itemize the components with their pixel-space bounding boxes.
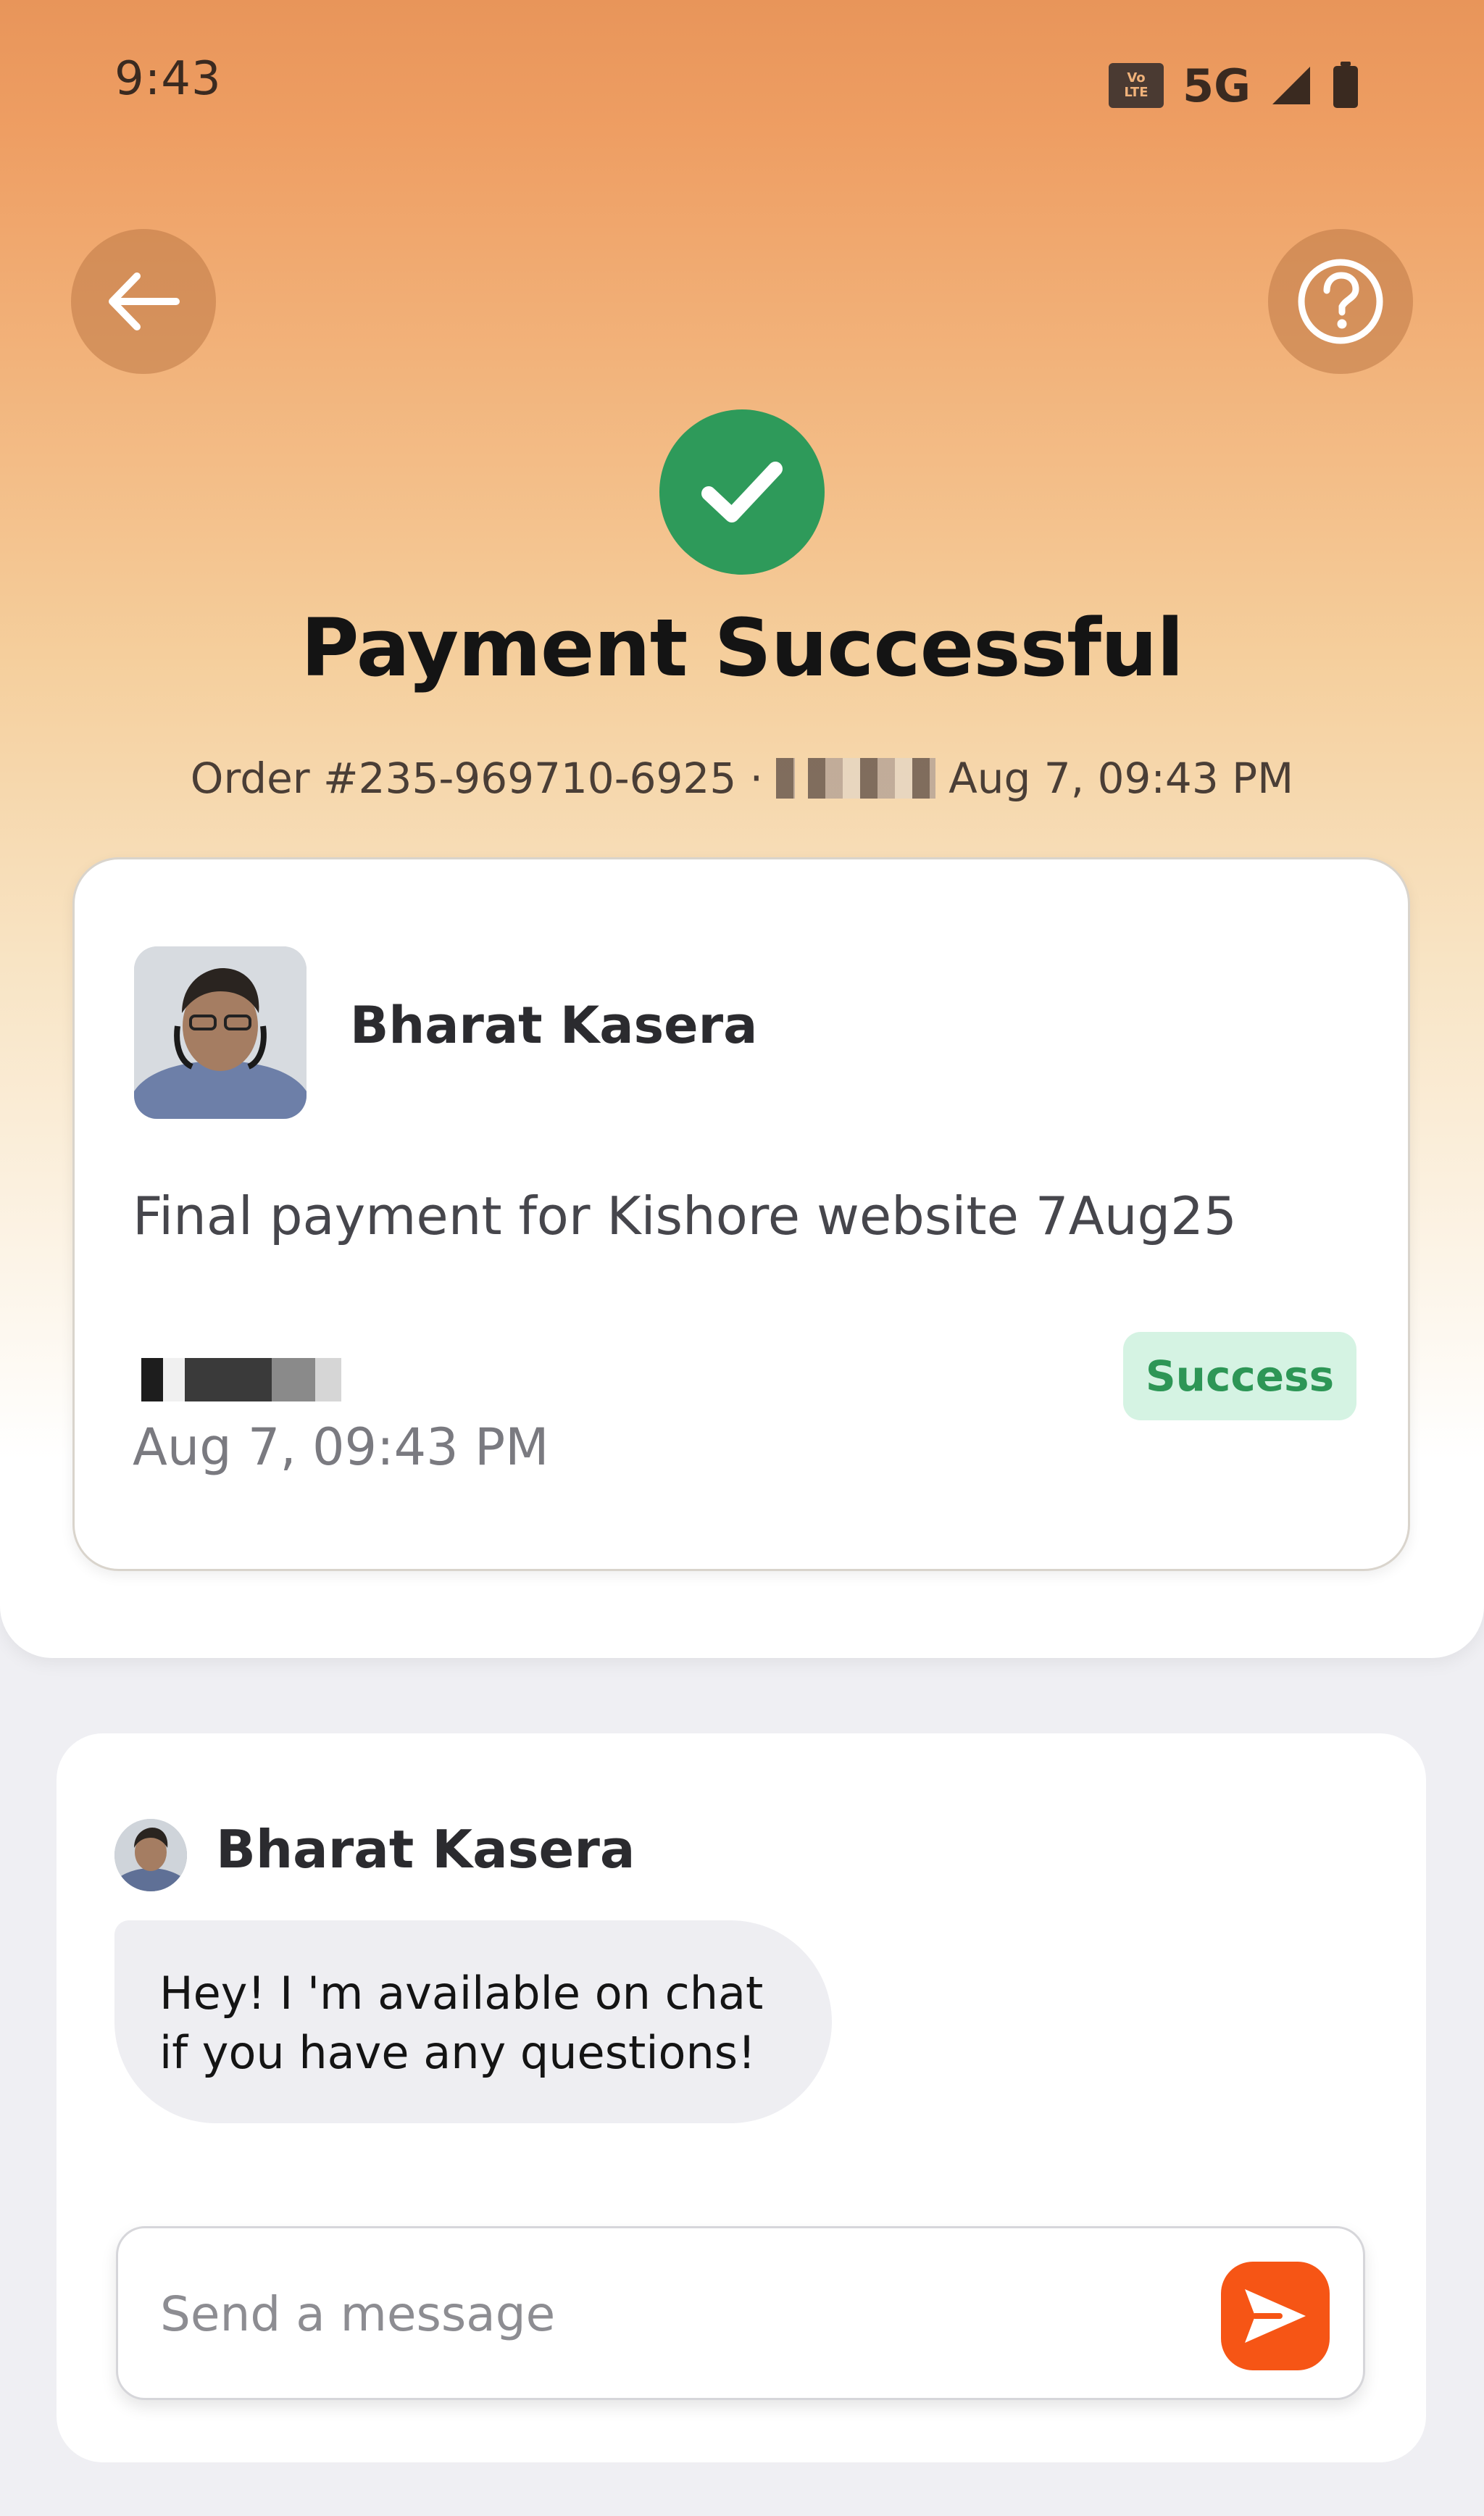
question-circle-icon bbox=[1298, 259, 1383, 344]
help-button[interactable] bbox=[1268, 229, 1413, 374]
send-button[interactable] bbox=[1221, 2262, 1330, 2370]
volte-label-top: Vo bbox=[1127, 70, 1146, 86]
page-title: Payment Successful bbox=[301, 601, 1184, 694]
battery-icon bbox=[1333, 62, 1358, 108]
back-button[interactable] bbox=[71, 229, 216, 374]
payment-description: Final payment for Kishore website 7Aug25 bbox=[133, 1186, 1237, 1246]
redacted-info bbox=[776, 758, 796, 799]
chat-message-bubble: Hey! I 'm available on chat if you have … bbox=[114, 1920, 832, 2123]
volte-icon: Vo LTE bbox=[1108, 63, 1164, 108]
avatar bbox=[114, 1819, 187, 1891]
status-badge: Success bbox=[1123, 1332, 1356, 1420]
avatar bbox=[134, 946, 307, 1119]
status-time: 9:43 bbox=[114, 52, 222, 106]
order-number: Order #235-969710-6925 · bbox=[190, 754, 764, 803]
status-icons: Vo LTE 5G bbox=[1108, 57, 1359, 114]
sender-name: Bharat Kasera bbox=[216, 1819, 635, 1880]
redacted-info bbox=[141, 1358, 341, 1401]
volte-label-bottom: LTE bbox=[1124, 85, 1149, 100]
send-icon bbox=[1245, 2289, 1306, 2343]
payment-card: Bharat Kasera Final payment for Kishore … bbox=[72, 857, 1410, 1571]
message-composer bbox=[116, 2226, 1365, 2400]
avatar-photo bbox=[114, 1819, 187, 1891]
signal-icon bbox=[1272, 67, 1310, 104]
order-info: Order #235-969710-6925 · Aug 7, 09:43 PM bbox=[0, 754, 1484, 803]
header-section: 9:43 Vo LTE 5G Payment Successful Order … bbox=[0, 0, 1484, 1658]
order-datetime: Aug 7, 09:43 PM bbox=[949, 754, 1294, 803]
network-type: 5G bbox=[1182, 59, 1251, 112]
arrow-left-icon bbox=[109, 272, 180, 330]
checkmark-icon bbox=[701, 462, 783, 522]
redacted-info bbox=[808, 758, 936, 799]
payment-timestamp: Aug 7, 09:43 PM bbox=[133, 1417, 549, 1477]
avatar-photo bbox=[134, 946, 307, 1119]
message-input[interactable] bbox=[159, 2228, 1176, 2399]
success-badge bbox=[659, 409, 825, 575]
recipient-name: Bharat Kasera bbox=[350, 996, 758, 1055]
chat-card: Bharat Kasera Hey! I 'm available on cha… bbox=[57, 1733, 1426, 2462]
